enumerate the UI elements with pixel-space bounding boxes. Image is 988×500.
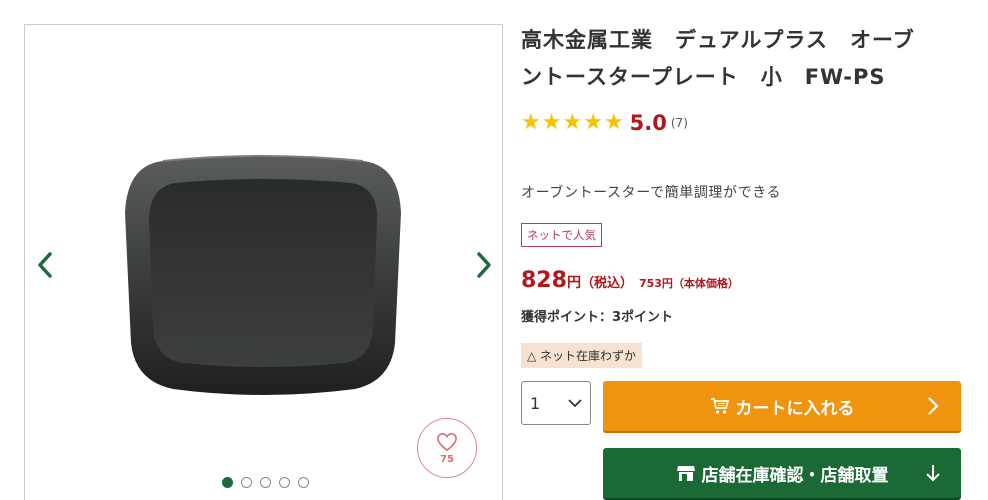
- heart-icon: [437, 432, 457, 451]
- favorite-button[interactable]: 75: [417, 418, 477, 478]
- add-to-cart-button[interactable]: カートに入れる: [603, 381, 961, 431]
- price-tax-label: （税込）: [580, 276, 633, 291]
- rating-value: 5.0: [629, 111, 667, 135]
- price: 828 円 （税込） 753円（本体価格）: [521, 268, 739, 293]
- product-gallery: 75: [24, 24, 503, 500]
- quantity-select[interactable]: 1: [521, 381, 591, 425]
- gallery-dot[interactable]: [222, 477, 233, 488]
- stock-status-badge: △ ネット在庫わずか: [521, 343, 643, 368]
- gallery-dot[interactable]: [241, 477, 252, 488]
- chevron-right-icon: [477, 252, 491, 278]
- chevron-down-icon: [568, 398, 582, 407]
- gallery-dots: [25, 477, 502, 488]
- add-to-cart-label: カートに入れる: [735, 398, 855, 419]
- star-icon: ★: [583, 110, 603, 135]
- price-base: 753円（本体価格）: [638, 277, 739, 290]
- product-title-line1: 高木金属工業 デュアルプラス オーブ: [521, 28, 915, 52]
- arrow-down-icon: [926, 465, 940, 482]
- star-icon: ★: [521, 110, 541, 135]
- product-info: 高木金属工業 デュアルプラス オーブ ントースタープレート 小 FW-PS ★ …: [521, 22, 961, 498]
- product-title: 高木金属工業 デュアルプラス オーブ ントースタープレート 小 FW-PS: [521, 22, 961, 96]
- star-icon: ★: [562, 110, 583, 135]
- gallery-next-button[interactable]: [470, 248, 498, 282]
- points-earned: 獲得ポイント：3ポイント: [521, 310, 674, 325]
- store-stock-button[interactable]: 店舗在庫確認・店舗取置: [603, 448, 961, 498]
- rating-stars: ★ ★ ★ ★ ★: [521, 112, 624, 134]
- chevron-right-icon: [928, 397, 939, 415]
- product-image: [123, 153, 403, 403]
- product-lead-text: オーブントースターで簡単調理ができる: [521, 185, 782, 201]
- gallery-dot[interactable]: [260, 477, 271, 488]
- quantity-value: 1: [530, 393, 541, 413]
- store-icon: [676, 464, 696, 482]
- gallery-dot[interactable]: [279, 477, 290, 488]
- chevron-left-icon: [38, 252, 52, 278]
- review-count-link[interactable]: (7): [671, 116, 688, 130]
- star-icon: ★: [603, 110, 624, 135]
- product-title-line2: ントースタープレート 小 FW-PS: [521, 65, 886, 89]
- popularity-badge: ネットで人気: [521, 223, 602, 247]
- star-icon: ★: [541, 110, 562, 135]
- price-unit: 円: [566, 275, 581, 291]
- rating: ★ ★ ★ ★ ★ 5.0 (7): [521, 111, 688, 135]
- price-amount: 828: [521, 268, 567, 293]
- gallery-dot[interactable]: [298, 477, 309, 488]
- favorite-count: 75: [440, 453, 454, 465]
- store-stock-label: 店舗在庫確認・店舗取置: [701, 465, 889, 486]
- gallery-prev-button[interactable]: [31, 248, 59, 282]
- cart-icon: [710, 397, 730, 415]
